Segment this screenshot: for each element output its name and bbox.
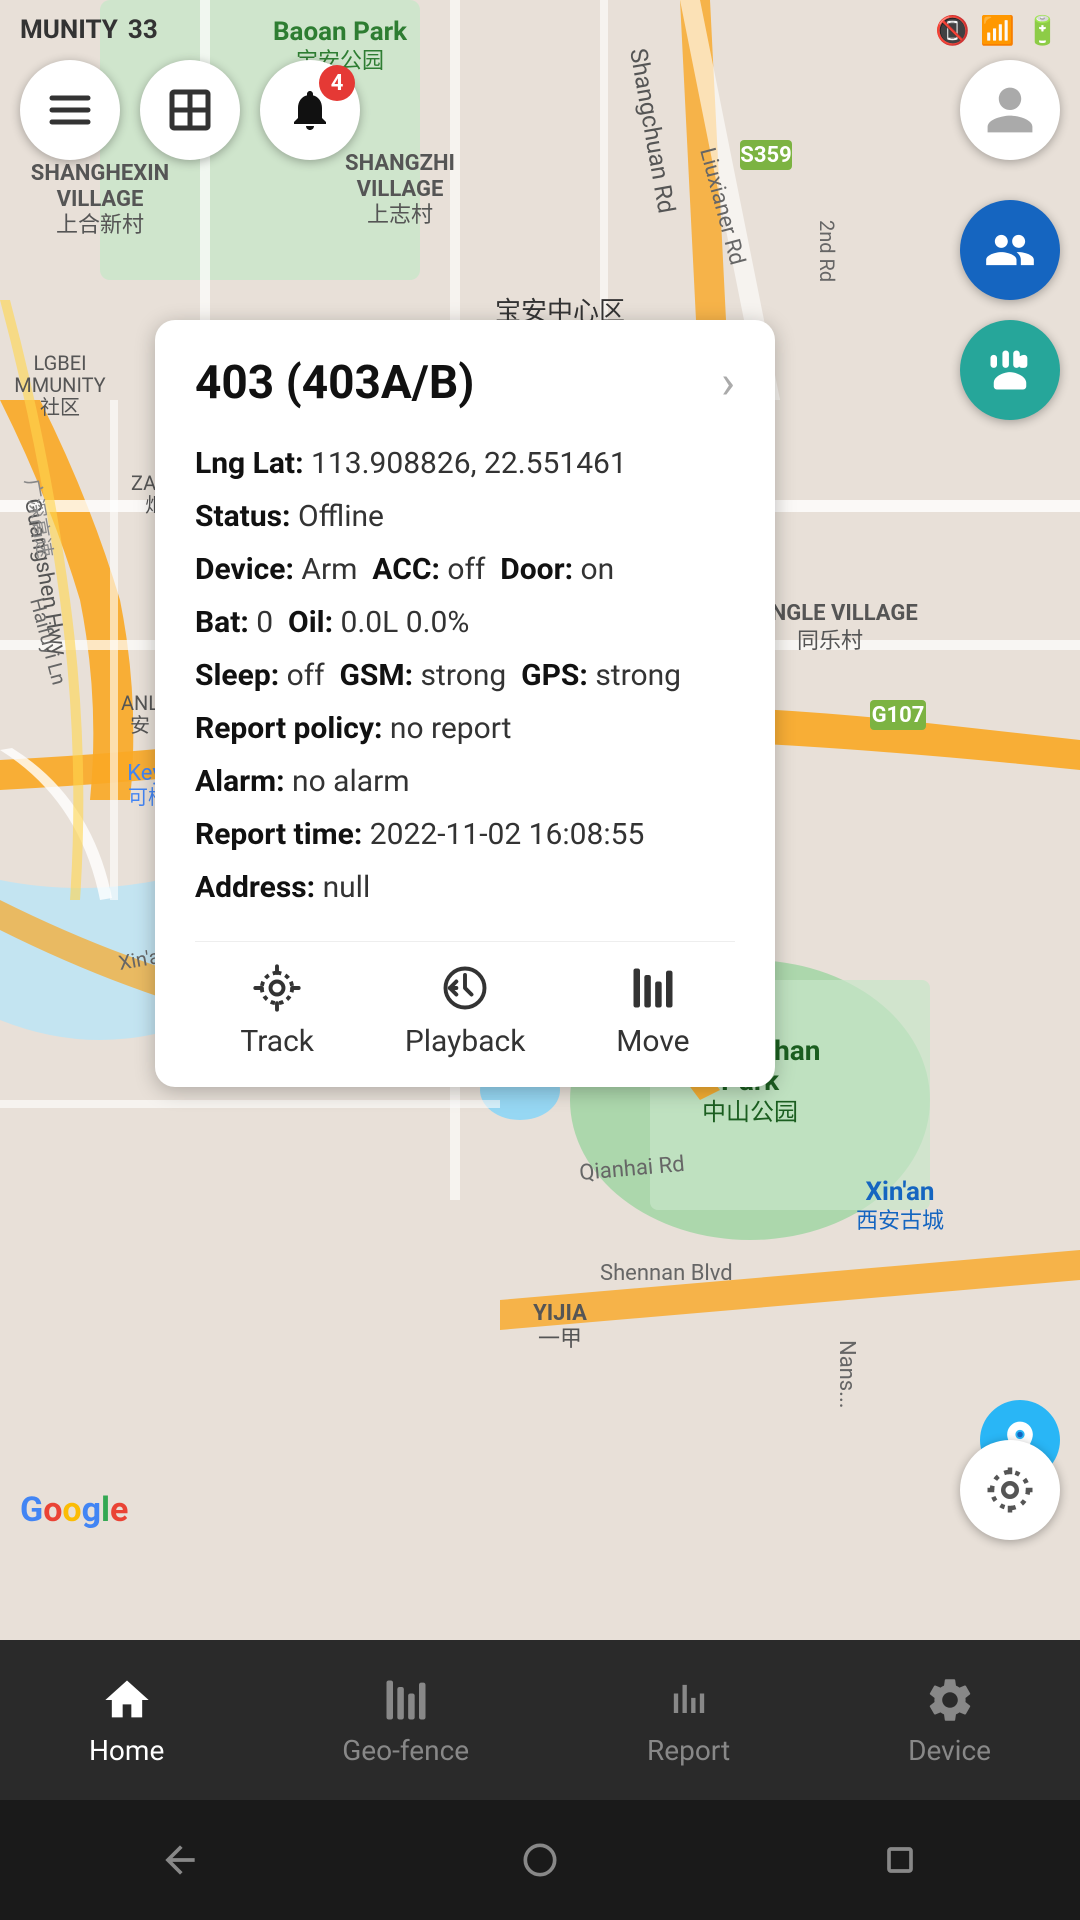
- svg-text:中山公园: 中山公园: [702, 1098, 798, 1126]
- svg-text:一甲: 一甲: [538, 1327, 582, 1352]
- nav-report[interactable]: Report: [647, 1674, 730, 1767]
- people-tracking-button[interactable]: [960, 200, 1060, 300]
- svg-text:西安古城: 西安古城: [856, 1209, 944, 1234]
- svg-text:MMUNITY: MMUNITY: [14, 373, 105, 397]
- notification-badge: 4: [319, 65, 355, 101]
- address-row: Address: null: [195, 862, 735, 913]
- report-time-row: Report time: 2022-11-02 16:08:55: [195, 809, 735, 860]
- menu-button[interactable]: [20, 60, 120, 160]
- card-title: 403 (403A/B): [195, 356, 474, 410]
- oil-label: Oil:: [288, 605, 333, 640]
- acc-label: ACC:: [372, 552, 440, 587]
- android-home-button[interactable]: [518, 1838, 562, 1882]
- battery-icon: 🔋: [1025, 14, 1060, 47]
- move-button[interactable]: Move: [616, 962, 689, 1059]
- svg-text:VILLAGE: VILLAGE: [57, 187, 144, 212]
- android-recents-button[interactable]: [878, 1838, 922, 1882]
- card-arrow-button[interactable]: ›: [721, 356, 735, 410]
- android-back-button[interactable]: [158, 1838, 202, 1882]
- svg-text:Shennan Blvd: Shennan Blvd: [600, 1261, 733, 1286]
- svg-text:ANL: ANL: [121, 691, 159, 715]
- svg-text:SHANGZHI: SHANGZHI: [345, 151, 455, 176]
- alarm-row: Alarm: no alarm: [195, 756, 735, 807]
- svg-text:社区: 社区: [40, 395, 80, 419]
- nav-home[interactable]: Home: [89, 1674, 164, 1767]
- track-button[interactable]: Track: [240, 962, 314, 1059]
- gps-label: GPS:: [521, 658, 588, 693]
- svg-text:VILLAGE: VILLAGE: [357, 177, 444, 202]
- status-icons: 📵 📶 🔋: [935, 14, 1060, 47]
- svg-text:同乐村: 同乐村: [797, 629, 863, 654]
- sleep-row: Sleep: off GSM: strong GPS: strong: [195, 650, 735, 701]
- side-buttons: [960, 200, 1060, 420]
- expand-button[interactable]: [140, 60, 240, 160]
- svg-text:S359: S359: [740, 143, 791, 168]
- svg-text:G107: G107: [872, 703, 925, 728]
- user-avatar[interactable]: [960, 60, 1060, 160]
- pet-tracking-button[interactable]: [960, 320, 1060, 420]
- bottom-nav: Home Geo-fence Report Device: [0, 1640, 1080, 1800]
- android-nav: [0, 1800, 1080, 1920]
- status-row: Status: Offline: [195, 491, 735, 542]
- toolbar: 4: [20, 60, 360, 160]
- svg-text:Nans...: Nans...: [834, 1340, 859, 1409]
- bat-row: Bat: 0 Oil: 0.0L 0.0%: [195, 597, 735, 648]
- status-bar: MUNITY 33 📵 📶 🔋: [0, 0, 1080, 60]
- info-card: 403 (403A/B) › Lng Lat: 113.908826, 22.5…: [155, 320, 775, 1087]
- nav-device[interactable]: Device: [908, 1674, 991, 1767]
- card-actions: Track Playback Move: [195, 941, 735, 1059]
- status-time: MUNITY 33: [20, 15, 158, 45]
- lng-lat-row: Lng Lat: 113.908826, 22.551461: [195, 438, 735, 489]
- svg-text:2nd Rd: 2nd Rd: [815, 220, 839, 282]
- playback-button[interactable]: Playback: [405, 962, 526, 1059]
- notification-button[interactable]: 4: [260, 60, 360, 160]
- svg-text:上合新村: 上合新村: [56, 213, 144, 238]
- svg-text:上志村: 上志村: [367, 203, 433, 228]
- svg-text:Xin'an: Xin'an: [866, 1177, 935, 1207]
- door-label: Door:: [500, 552, 573, 587]
- report-policy-row: Report policy: no report: [195, 703, 735, 754]
- wifi-crossed-icon: 📵: [935, 14, 970, 47]
- device-row: Device: Arm ACC: off Door: on: [195, 544, 735, 595]
- signal-icon: 📶: [980, 14, 1015, 47]
- svg-text:LGBEI: LGBEI: [33, 351, 86, 375]
- svg-text:SHANGHEXIN: SHANGHEXIN: [31, 161, 169, 186]
- location-button[interactable]: [960, 1440, 1060, 1540]
- google-logo: Google: [20, 1490, 128, 1530]
- svg-text:安: 安: [130, 713, 150, 737]
- svg-text:YIJIA: YIJIA: [533, 1301, 587, 1326]
- gsm-label: GSM:: [339, 658, 413, 693]
- nav-geofence[interactable]: Geo-fence: [342, 1674, 469, 1767]
